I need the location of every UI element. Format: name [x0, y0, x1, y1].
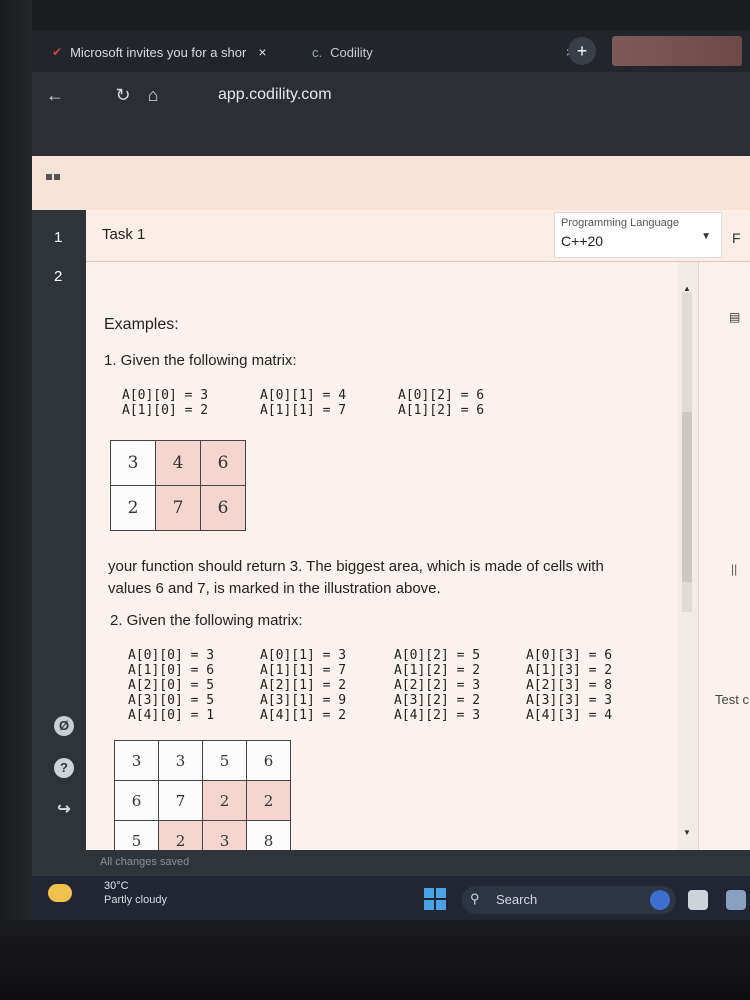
matrix-cell: 5: [202, 740, 247, 781]
tab-codility[interactable]: c. Codility ×: [302, 38, 582, 66]
scroll-thumb[interactable]: [682, 412, 692, 582]
right-panel-header-letter: F: [732, 230, 741, 246]
matrix-row: 3 3 5 6: [114, 740, 291, 781]
rail-item-task-2[interactable]: 2: [32, 268, 86, 285]
matrix-cell: 2: [110, 485, 156, 531]
home-icon[interactable]: ⌂: [140, 82, 166, 108]
browser-toolbar-gap: [32, 120, 750, 156]
windows-taskbar: 30°C Partly cloudy ⚲ Search: [32, 876, 750, 922]
example-1-matrix: 3 4 6 2 7 6: [110, 440, 246, 531]
language-label: Programming Language: [561, 217, 680, 229]
matrix-cell: 2: [158, 820, 203, 850]
browser-tab-strip: ✔ Microsoft invites you for a shor × c. …: [32, 30, 750, 72]
language-value: C++20: [561, 233, 604, 249]
right-side-panel: ▤ || Test c: [698, 262, 750, 850]
matrix-cell: 6: [114, 780, 159, 821]
example-1-intro: 1. Given the following matrix:: [104, 352, 297, 369]
matrix-row: 2 7 6: [110, 485, 246, 531]
tab-label: Microsoft invites you for a shor: [70, 44, 247, 60]
example-1-result-line2: values 6 and 7, is marked in the illustr…: [108, 580, 441, 597]
example-2-values-col1: A[0][1] = 3 A[1][1] = 7 A[2][1] = 2 A[3]…: [260, 648, 347, 723]
scroll-down-arrow-icon[interactable]: ▼: [683, 828, 691, 837]
search-label: Search: [496, 892, 538, 907]
rail-item-task-1[interactable]: 1: [32, 218, 86, 258]
address-bar-url[interactable]: app.codility.com: [218, 86, 332, 104]
windows-start-icon[interactable]: [424, 888, 446, 910]
status-bar: All changes saved: [86, 850, 750, 876]
matrix-row: 3 4 6: [110, 440, 246, 486]
chevron-down-icon: ✔: [52, 45, 63, 59]
matrix-cell: 2: [246, 780, 291, 821]
reload-icon[interactable]: ↻: [110, 82, 136, 108]
task-rail: 1 2 Ø ? ↪: [32, 210, 86, 922]
weather-description: Partly cloudy: [104, 894, 167, 906]
weather-cloud-icon[interactable]: [48, 884, 72, 902]
task-header: Task 1 Programming Language C++20 ▼ F: [86, 210, 750, 262]
matrix-cell: 3: [202, 820, 247, 850]
tray-app-icon[interactable]: [650, 890, 670, 910]
matrix-cell: 2: [202, 780, 247, 821]
eye-off-icon[interactable]: Ø: [54, 716, 74, 736]
microsoft-logo: [46, 174, 60, 180]
task-title: Task 1: [102, 226, 146, 243]
exit-icon[interactable]: ↪: [54, 800, 74, 820]
folder-icon[interactable]: ▤: [729, 310, 740, 324]
example-1-values-col0: A[0][0] = 3 A[1][0] = 2: [122, 388, 209, 418]
matrix-cell: 3: [114, 740, 159, 781]
matrix-cell: 4: [155, 440, 201, 486]
matrix-cell: 8: [246, 820, 291, 850]
matrix-cell: 6: [246, 740, 291, 781]
task-description: Examples: 1. Given the following matrix:…: [86, 262, 678, 850]
weather-temperature: 30°C: [104, 880, 129, 892]
example-1-values-col1: A[0][1] = 4 A[1][1] = 7: [260, 388, 347, 418]
tray-app-icon[interactable]: [688, 890, 708, 910]
matrix-row: 5 2 3 8: [114, 820, 291, 850]
close-tab-icon[interactable]: ×: [258, 44, 266, 60]
matrix-cell: 5: [114, 820, 159, 850]
panel-resize-handle[interactable]: ||: [731, 562, 737, 576]
content-scrollbar[interactable]: ▲ ▼: [678, 262, 698, 850]
matrix-cell: 3: [110, 440, 156, 486]
matrix-cell: 6: [200, 440, 246, 486]
matrix-cell: 6: [200, 485, 246, 531]
language-select[interactable]: Programming Language C++20 ▼: [554, 212, 722, 258]
bezel-bottom: [0, 920, 750, 1000]
example-1-values-col2: A[0][2] = 6 A[1][2] = 6: [398, 388, 485, 418]
page-header: [32, 156, 750, 210]
bezel-left: [0, 0, 32, 1000]
bezel-top: [0, 0, 750, 30]
taskbar-search[interactable]: ⚲ Search: [462, 886, 676, 914]
caret-down-icon: ▼: [701, 231, 711, 242]
example-2-values-col2: A[0][2] = 5 A[1][2] = 2 A[2][2] = 3 A[3]…: [394, 648, 481, 723]
matrix-cell: 7: [155, 485, 201, 531]
examples-heading: Examples:: [104, 316, 179, 333]
new-tab-button[interactable]: +: [568, 37, 596, 65]
search-icon: ⚲: [470, 891, 480, 906]
matrix-row: 6 7 2 2: [114, 780, 291, 821]
saved-status: All changes saved: [100, 856, 190, 868]
back-arrow-icon[interactable]: ←: [42, 82, 68, 108]
matrix-cell: 7: [158, 780, 203, 821]
tab-thumbnail: [612, 36, 742, 66]
matrix-cell: 3: [158, 740, 203, 781]
example-2-values-col0: A[0][0] = 3 A[1][0] = 6 A[2][0] = 5 A[3]…: [128, 648, 215, 723]
browser-nav-bar: ← ↻ ⌂ app.codility.com: [32, 72, 750, 120]
example-2-matrix: 3 3 5 6 6 7 2 2 5 2 3 8: [114, 740, 291, 850]
example-2-values-col3: A[0][3] = 6 A[1][3] = 2 A[2][3] = 8 A[3]…: [526, 648, 613, 723]
tray-app-icon[interactable]: [726, 890, 746, 910]
example-2-intro: 2. Given the following matrix:: [110, 612, 303, 629]
tab-label: Codility: [330, 44, 373, 60]
example-1-result-line1: your function should return 3. The bigge…: [108, 558, 604, 575]
test-cases-label: Test c: [715, 692, 749, 707]
screen: ✔ Microsoft invites you for a shor × c. …: [32, 30, 750, 922]
help-icon[interactable]: ?: [54, 758, 74, 778]
codility-tab-icon: c.: [312, 44, 323, 60]
tab-microsoft-invite[interactable]: ✔ Microsoft invites you for a shor ×: [40, 38, 302, 66]
